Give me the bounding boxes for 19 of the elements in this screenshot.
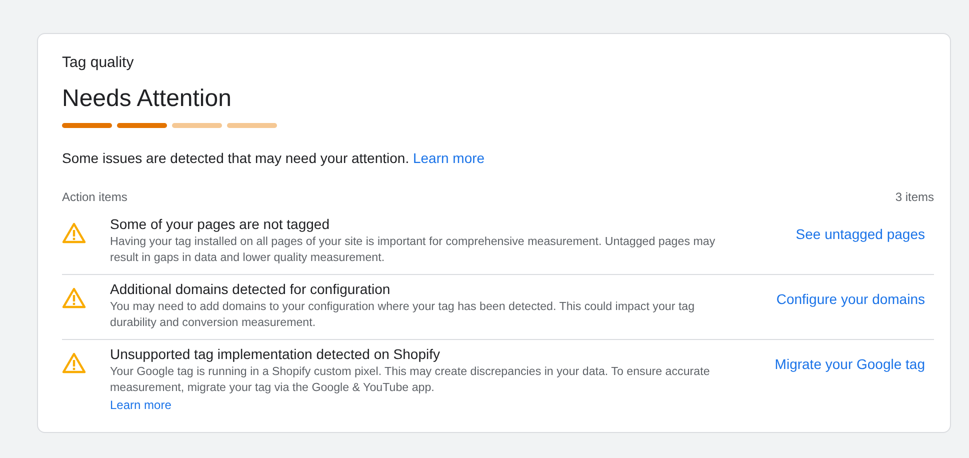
item-description: Having your tag installed on all pages of your site is important for comprehensive measurement. Untagged pages may result in gaps in data and lower quality measurement. bbox=[110, 234, 716, 266]
action-link[interactable]: Migrate your Google tag bbox=[774, 356, 925, 372]
item-title: Some of your pages are not tagged bbox=[110, 216, 330, 232]
item-description: Your Google tag is running in a Shopify custom pixel. This may create discrepancies in your data. To ensure accurate measurement, migrate your tag via the Google & YouTube app. bbox=[110, 364, 711, 396]
warning-icon bbox=[62, 221, 86, 245]
summary-text: Some issues are detected that may need your attention. Learn more bbox=[62, 150, 486, 166]
item-description: You may need to add domains to your configuration where your tag has been detected. This could impact your tag durability and conversion measurement. bbox=[110, 299, 696, 331]
warning-icon bbox=[62, 286, 86, 310]
learn-more-link[interactable]: Learn more bbox=[412, 150, 485, 166]
learn-more-link[interactable]: Learn more bbox=[110, 398, 172, 412]
action-link[interactable]: Configure your domains bbox=[776, 291, 925, 307]
card-subtitle: Tag quality bbox=[62, 54, 135, 71]
item-title: Additional domains detected for configuration bbox=[110, 281, 392, 297]
action-link[interactable]: See untagged pages bbox=[796, 226, 925, 242]
item-title: Unsupported tag implementation detected on Shopify bbox=[110, 346, 441, 362]
list-label: Action items bbox=[62, 190, 128, 204]
warning-icon bbox=[62, 351, 86, 375]
item-count: 3 items bbox=[895, 190, 934, 204]
status-heading: Needs Attention bbox=[62, 85, 232, 113]
